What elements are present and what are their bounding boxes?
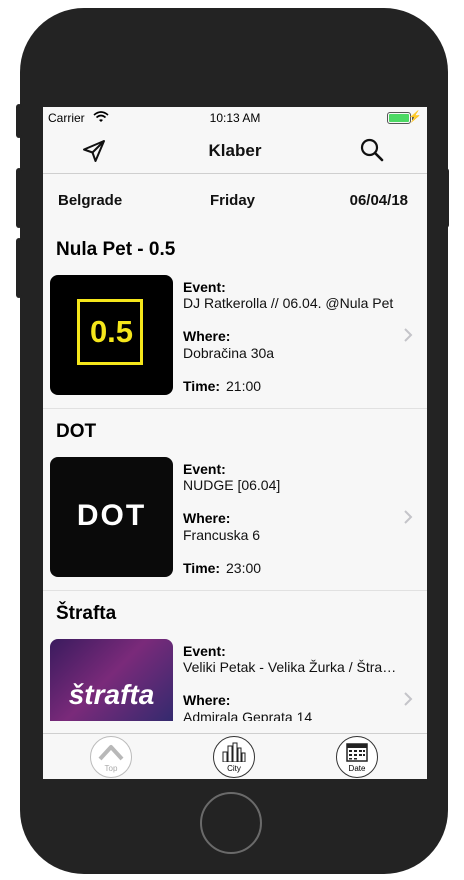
chevron-right-icon: [404, 510, 413, 524]
chevron-right-icon: [404, 328, 413, 342]
tab-bar: Top City Date: [43, 733, 427, 779]
city-filter[interactable]: Belgrade: [58, 192, 122, 209]
day-filter[interactable]: Friday: [210, 192, 255, 209]
event-label: Event:: [183, 279, 226, 295]
tab-date[interactable]: Date: [335, 735, 379, 779]
venue-row-nula-pet[interactable]: Nula Pet - 0.5 0.5 Event: DJ Ratkerolla …: [43, 227, 427, 409]
event-label: Event:: [183, 461, 226, 477]
tab-top-label: Top: [104, 764, 118, 773]
where-label: Where:: [183, 692, 231, 708]
power-button: [443, 168, 449, 228]
time-label: Time:: [183, 560, 221, 576]
calendar-icon: [346, 743, 368, 762]
time-value: 23:00: [226, 560, 262, 576]
where-value: Admirala Geprata 14: [183, 709, 313, 721]
search-icon[interactable]: [359, 137, 385, 163]
where-label: Where:: [183, 510, 231, 526]
event-value: Veliki Petak - Velika Žurka / Štrafta: [183, 659, 397, 675]
chevron-up-icon: [98, 745, 124, 761]
city-skyline-icon: [222, 742, 246, 762]
filter-bar: Belgrade Friday 06/04/18: [43, 174, 427, 226]
venue-name: Štrafta: [56, 603, 117, 624]
charging-icon: ⚡: [408, 111, 422, 123]
event-value: NUDGE [06.04]: [183, 477, 281, 493]
volume-up-button: [16, 168, 22, 228]
home-button[interactable]: [200, 792, 262, 854]
nav-bar: Klaber: [43, 129, 427, 174]
event-value: DJ Ratkerolla // 06.04. @Nula Pet: [183, 295, 394, 311]
chevron-right-icon: [404, 692, 413, 706]
venue-name: DOT: [56, 421, 97, 442]
mute-switch: [16, 104, 22, 138]
event-label: Event:: [183, 643, 226, 659]
where-value: Dobračina 30a: [183, 345, 275, 361]
venue-row-dot[interactable]: DOT DOT Event: NUDGE [06.04] Where: Fran…: [43, 409, 427, 591]
tab-top[interactable]: Top: [89, 735, 133, 779]
tab-date-label: Date: [348, 764, 366, 773]
time-label: Time:: [183, 378, 221, 394]
logo-text: štrafta: [68, 679, 155, 710]
logo-text: DOT: [76, 499, 147, 532]
tab-city-label: City: [227, 764, 241, 773]
volume-down-button: [16, 238, 22, 298]
where-label: Where:: [183, 328, 231, 344]
venue-logo-nula-pet: 0.5: [50, 275, 173, 395]
venue-logo-strafta: štrafta: [50, 639, 173, 721]
time-value: 21:00: [226, 378, 262, 394]
status-bar: Carrier 10:13 AM ⚡: [43, 107, 427, 129]
status-time: 10:13 AM: [209, 111, 261, 125]
app-screen: Carrier 10:13 AM ⚡ Klaber Belgrade Frida…: [43, 107, 427, 779]
venue-name: Nula Pet - 0.5: [56, 239, 176, 260]
venue-row-strafta[interactable]: Štrafta štrafta Event: Veliki Petak - Ve…: [43, 591, 427, 721]
date-filter[interactable]: 06/04/18: [350, 192, 408, 209]
where-value: Francuska 6: [183, 527, 261, 543]
venue-logo-dot: DOT: [50, 457, 173, 577]
venue-list[interactable]: Nula Pet - 0.5 0.5 Event: DJ Ratkerolla …: [43, 227, 427, 721]
logo-text: 0.5: [89, 314, 134, 349]
tab-city[interactable]: City: [212, 735, 256, 779]
